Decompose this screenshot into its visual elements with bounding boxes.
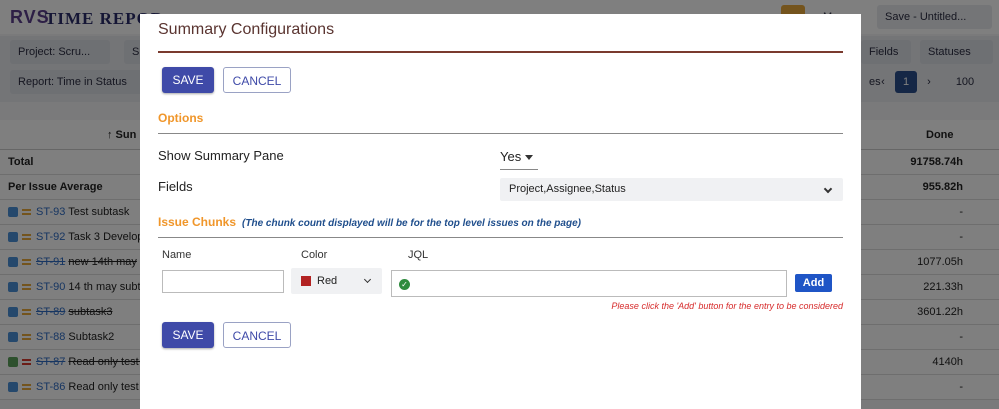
add-hint-text: Please click the 'Add' button for the en… [611,301,843,311]
show-summary-value: Yes [500,149,522,164]
color-value: Red [317,275,338,287]
fields-label: Fields [158,179,193,194]
title-divider [158,51,843,53]
save-button[interactable]: SAVE [162,67,214,93]
add-chunk-button[interactable]: Add [795,274,832,292]
options-divider [158,133,843,134]
name-column-label: Name [162,249,192,261]
fields-value: Project,Assignee,Status [509,183,626,195]
color-column-label: Color [301,249,328,261]
caret-down-icon [525,155,534,161]
save-button-bottom[interactable]: SAVE [162,322,214,348]
valid-check-icon: ✓ [399,279,410,290]
show-summary-select[interactable]: Yes [500,148,538,170]
chevron-down-icon [363,275,372,284]
fields-select[interactable]: Project,Assignee,Status [500,178,843,201]
modal-title: Summary Configurations [158,21,335,38]
issue-chunks-heading: Issue Chunks (The chunk count displayed w… [158,215,581,229]
jql-column-label: JQL [408,249,429,261]
chunk-color-select[interactable]: Red [291,268,382,294]
issue-chunks-title: Issue Chunks [158,215,237,229]
chunk-name-input[interactable] [162,270,284,293]
color-swatch [301,276,311,286]
cancel-button[interactable]: CANCEL [223,67,291,93]
issue-chunks-note: (The chunk count displayed will be for t… [242,218,581,229]
issue-chunks-divider [158,237,843,238]
summary-config-modal: Summary Configurations SAVE CANCEL Optio… [140,14,861,409]
cancel-button-bottom[interactable]: CANCEL [223,322,291,348]
jql-input[interactable]: ✓ [391,270,787,297]
show-summary-label: Show Summary Pane [158,148,284,163]
options-heading: Options [158,111,204,125]
chevron-down-icon [823,184,833,194]
